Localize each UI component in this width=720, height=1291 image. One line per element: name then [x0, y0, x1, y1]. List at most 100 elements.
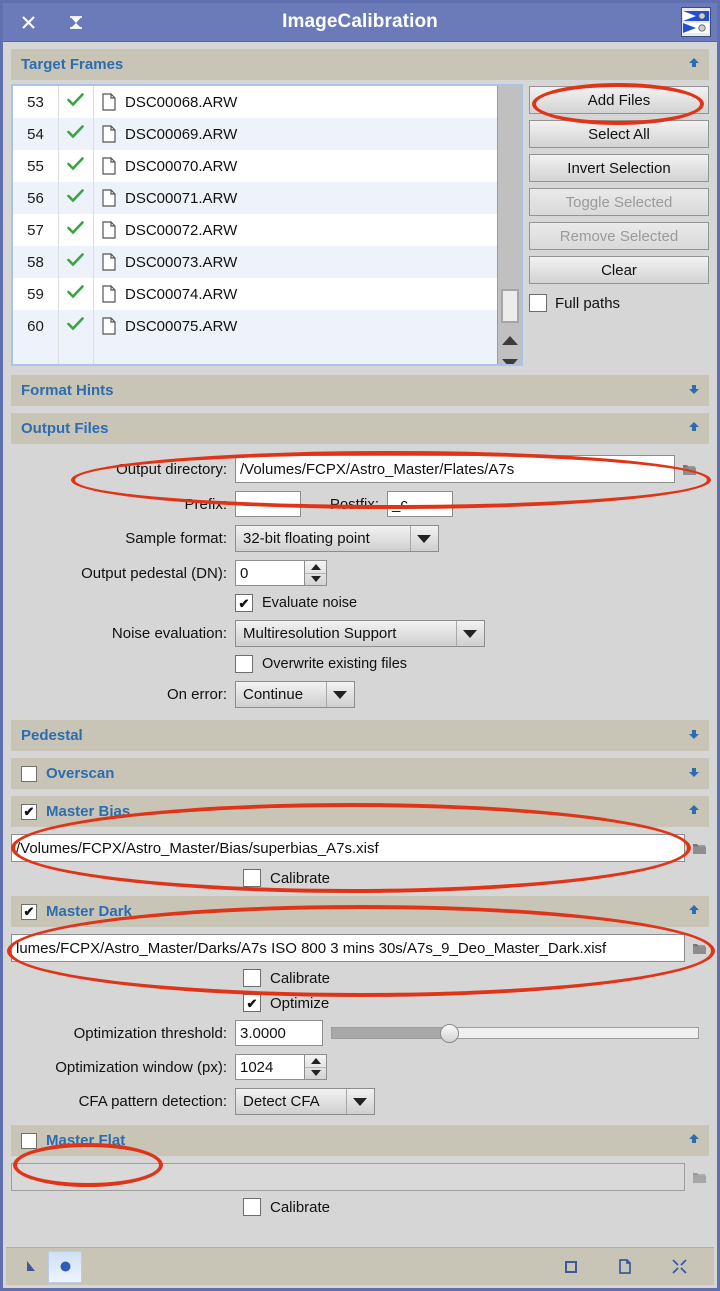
browse-folder-icon[interactable] [689, 1171, 709, 1184]
overscan-checkbox[interactable] [21, 765, 37, 782]
stepper-down-icon[interactable] [305, 572, 326, 586]
table-row[interactable]: 60 DSC00075.ARW [13, 310, 521, 342]
optimization-window-stepper[interactable]: 1024 [235, 1054, 327, 1080]
row-filename: DSC00075.ARW [125, 317, 238, 335]
stepper-up-icon[interactable] [305, 1055, 326, 1067]
optimization-threshold-input[interactable]: 3.0000 [235, 1020, 323, 1046]
browse-folder-icon[interactable] [689, 942, 709, 955]
master-flat-calibrate-label: Calibrate [270, 1198, 331, 1216]
reset-icon[interactable] [662, 1251, 696, 1283]
scroll-up-button[interactable] [498, 329, 521, 352]
scrollbar-thumb[interactable] [501, 289, 519, 323]
row-enabled-check[interactable] [58, 252, 93, 272]
master-dark-path-input[interactable]: lumes/FCPX/Astro_Master/Darks/A7s ISO 80… [11, 934, 685, 962]
section-header-overscan[interactable]: Overscan [11, 758, 709, 789]
stepper-buttons[interactable] [305, 1054, 327, 1080]
on-error-row: On error: Continue [11, 681, 709, 708]
row-enabled-check[interactable] [58, 156, 93, 176]
on-error-select[interactable]: Continue [235, 681, 355, 708]
master-dark-checkbox[interactable]: ✔ [21, 903, 37, 920]
arrow-cursor-icon[interactable] [14, 1251, 48, 1283]
chevron-down-icon[interactable] [326, 682, 352, 707]
add-files-button[interactable]: Add Files [529, 86, 709, 114]
master-bias-path-input[interactable]: /Volumes/FCPX/Astro_Master/Bias/superbia… [11, 834, 685, 862]
section-header-output-files[interactable]: Output Files [11, 413, 709, 444]
imagecalibration-process-icon[interactable] [681, 7, 711, 37]
stepper-buttons[interactable] [305, 560, 327, 586]
chevron-down-icon[interactable] [346, 1089, 372, 1114]
square-icon[interactable] [554, 1251, 588, 1283]
apply-global-icon[interactable] [48, 1250, 82, 1283]
collapse-icon[interactable] [63, 9, 89, 35]
master-dark-optimize-checkbox[interactable]: ✔ [243, 994, 261, 1012]
chevron-up-icon[interactable] [687, 56, 701, 74]
select-all-button[interactable]: Select All [529, 120, 709, 148]
evaluate-noise-checkbox[interactable]: ✔ [235, 594, 253, 612]
stepper-up-icon[interactable] [305, 561, 326, 573]
table-row[interactable]: 55 DSC00070.ARW [13, 150, 521, 182]
row-filename: DSC00068.ARW [125, 93, 238, 111]
chevron-up-icon[interactable] [687, 903, 701, 921]
close-icon[interactable] [15, 9, 41, 35]
sample-format-label: Sample format: [125, 530, 227, 547]
row-index: 53 [27, 93, 44, 111]
new-instance-icon[interactable] [608, 1251, 642, 1283]
scroll-down-button[interactable] [498, 352, 521, 364]
output-pedestal-input[interactable]: 0 [235, 560, 305, 586]
section-header-pedestal[interactable]: Pedestal [11, 720, 709, 751]
row-enabled-check[interactable] [58, 316, 93, 336]
table-row[interactable]: 59 DSC00074.ARW [13, 278, 521, 310]
full-paths-checkbox[interactable] [529, 294, 547, 312]
browse-folder-icon[interactable] [679, 463, 699, 476]
overwrite-existing-checkbox[interactable] [235, 655, 253, 673]
master-bias-checkbox[interactable]: ✔ [21, 803, 37, 820]
target-frames-list[interactable]: 53 DSC00068.ARW 54 DSC00069.ARW 55 DSC00070.A… [11, 84, 523, 366]
section-header-format-hints[interactable]: Format Hints [11, 375, 709, 406]
chevron-down-icon[interactable] [687, 382, 701, 400]
sample-format-select[interactable]: 32-bit floating point [235, 525, 439, 552]
section-header-target-frames[interactable]: Target Frames [11, 49, 709, 80]
postfix-input[interactable]: _c [387, 491, 453, 517]
output-pedestal-stepper[interactable]: 0 [235, 560, 327, 586]
row-index: 54 [27, 125, 44, 143]
section-header-master-flat[interactable]: Master Flat [11, 1125, 709, 1156]
section-header-master-bias[interactable]: ✔ Master Bias [11, 796, 709, 827]
table-row[interactable]: 56 DSC00071.ARW [13, 182, 521, 214]
clear-button[interactable]: Clear [529, 256, 709, 284]
list-scrollbar[interactable] [497, 86, 521, 364]
slider-thumb[interactable] [439, 1024, 459, 1043]
row-enabled-check[interactable] [58, 284, 93, 304]
cfa-pattern-detection-select[interactable]: Detect CFA [235, 1088, 375, 1115]
section-header-master-dark[interactable]: ✔ Master Dark [11, 896, 709, 927]
chevron-up-icon[interactable] [687, 803, 701, 821]
master-bias-calibrate-checkbox[interactable] [243, 869, 261, 887]
row-enabled-check[interactable] [58, 220, 93, 240]
master-flat-calibrate-row: Calibrate [11, 1198, 709, 1216]
table-row[interactable]: 58 DSC00073.ARW [13, 246, 521, 278]
optimization-window-input[interactable]: 1024 [235, 1054, 305, 1080]
optimization-threshold-slider[interactable] [331, 1024, 699, 1043]
master-flat-path-input[interactable] [11, 1163, 685, 1191]
chevron-down-icon[interactable] [687, 727, 701, 745]
prefix-input[interactable] [235, 491, 301, 517]
chevron-up-icon[interactable] [687, 1132, 701, 1150]
master-dark-calibrate-checkbox[interactable] [243, 969, 261, 987]
chevron-down-icon[interactable] [687, 765, 701, 783]
invert-selection-button[interactable]: Invert Selection [529, 154, 709, 182]
table-row[interactable]: 53 DSC00068.ARW [13, 86, 521, 118]
stepper-down-icon[interactable] [305, 1066, 326, 1080]
output-directory-input[interactable]: /Volumes/FCPX/Astro_Master/Flates/A7s [235, 455, 675, 483]
browse-folder-icon[interactable] [689, 842, 709, 855]
chevron-down-icon[interactable] [456, 621, 482, 646]
master-flat-checkbox[interactable] [21, 1132, 37, 1149]
table-row[interactable]: 54 DSC00069.ARW [13, 118, 521, 150]
chevron-down-icon[interactable] [410, 526, 436, 551]
noise-evaluation-row: Noise evaluation: Multiresolution Suppor… [11, 620, 709, 647]
master-flat-calibrate-checkbox[interactable] [243, 1198, 261, 1216]
chevron-up-icon[interactable] [687, 420, 701, 438]
noise-evaluation-select[interactable]: Multiresolution Support [235, 620, 485, 647]
row-enabled-check[interactable] [58, 124, 93, 144]
table-row[interactable]: 57 DSC00072.ARW [13, 214, 521, 246]
row-enabled-check[interactable] [58, 188, 93, 208]
row-enabled-check[interactable] [58, 92, 93, 112]
